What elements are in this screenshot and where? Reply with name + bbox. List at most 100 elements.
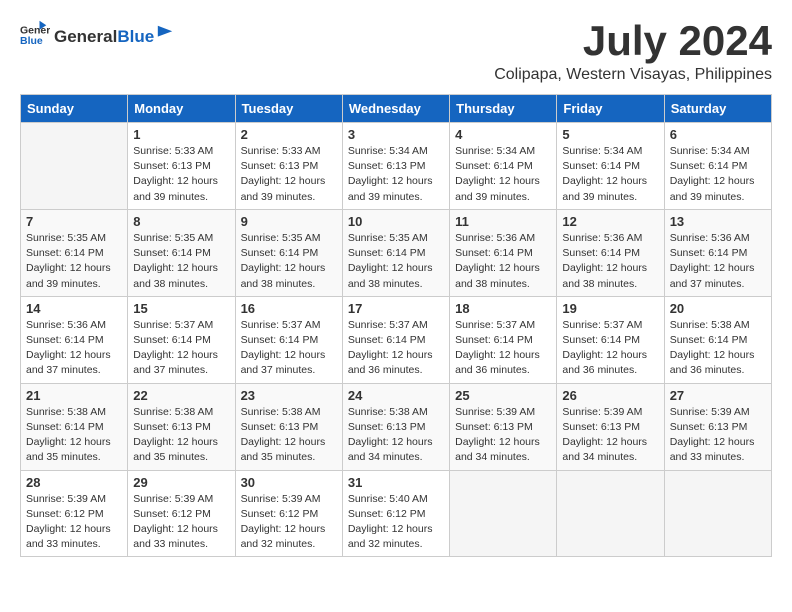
calendar-cell: 30 Sunrise: 5:39 AM Sunset: 6:12 PM Dayli… — [235, 470, 342, 557]
weekday-header-row: SundayMondayTuesdayWednesdayThursdayFrid… — [21, 95, 772, 123]
calendar-header: SundayMondayTuesdayWednesdayThursdayFrid… — [21, 95, 772, 123]
weekday-header-friday: Friday — [557, 95, 664, 123]
calendar-cell: 25Sunrise: 5:39 AM Sunset: 6:13 PM Dayli… — [450, 383, 557, 470]
calendar-cell: 11 Sunrise: 5:36 AM Sunset: 6:14 PM Dayli… — [450, 209, 557, 296]
logo-blue-text: Blue — [117, 27, 154, 47]
week-row-1: 1Sunrise: 5:33 AM Sunset: 6:13 PM Daylig… — [21, 123, 772, 210]
calendar-cell: 26 Sunrise: 5:39 AM Sunset: 6:13 PM Dayli… — [557, 383, 664, 470]
calendar-cell: 6Sunrise: 5:34 AM Sunset: 6:14 PM Daylig… — [664, 123, 771, 210]
calendar-cell: 29Sunrise: 5:39 AM Sunset: 6:12 PM Dayli… — [128, 470, 235, 557]
day-number: 21 — [26, 388, 122, 403]
logo-icon: General Blue — [20, 20, 50, 50]
day-info: Sunrise: 5:39 AM Sunset: 6:13 PM Dayligh… — [562, 405, 658, 466]
day-number: 2 — [241, 127, 337, 142]
day-info: Sunrise: 5:37 AM Sunset: 6:14 PM Dayligh… — [562, 318, 658, 379]
calendar-cell: 13Sunrise: 5:36 AM Sunset: 6:14 PM Dayli… — [664, 209, 771, 296]
day-number: 5 — [562, 127, 658, 142]
calendar-cell: 21Sunrise: 5:38 AM Sunset: 6:14 PM Dayli… — [21, 383, 128, 470]
day-number: 28 — [26, 475, 122, 490]
day-number: 22 — [133, 388, 229, 403]
calendar-cell: 12Sunrise: 5:36 AM Sunset: 6:14 PM Dayli… — [557, 209, 664, 296]
day-info: Sunrise: 5:35 AM Sunset: 6:14 PM Dayligh… — [26, 231, 122, 292]
calendar-cell: 27Sunrise: 5:39 AM Sunset: 6:13 PM Dayli… — [664, 383, 771, 470]
calendar-cell: 22 Sunrise: 5:38 AM Sunset: 6:13 PM Dayli… — [128, 383, 235, 470]
day-number: 18 — [455, 301, 551, 316]
calendar-cell — [557, 470, 664, 557]
calendar-cell: 4Sunrise: 5:34 AM Sunset: 6:14 PM Daylig… — [450, 123, 557, 210]
day-info: Sunrise: 5:38 AM Sunset: 6:13 PM Dayligh… — [241, 405, 337, 466]
weekday-header-saturday: Saturday — [664, 95, 771, 123]
day-info: Sunrise: 5:34 AM Sunset: 6:14 PM Dayligh… — [670, 144, 766, 205]
calendar-cell: 14 Sunrise: 5:36 AM Sunset: 6:14 PM Dayli… — [21, 296, 128, 383]
day-info: Sunrise: 5:39 AM Sunset: 6:12 PM Dayligh… — [26, 492, 122, 553]
day-number: 29 — [133, 475, 229, 490]
day-number: 9 — [241, 214, 337, 229]
weekday-header-wednesday: Wednesday — [342, 95, 449, 123]
calendar-cell: 23Sunrise: 5:38 AM Sunset: 6:13 PM Dayli… — [235, 383, 342, 470]
calendar-cell: 20 Sunrise: 5:38 AM Sunset: 6:14 PM Dayli… — [664, 296, 771, 383]
day-number: 12 — [562, 214, 658, 229]
week-row-4: 21Sunrise: 5:38 AM Sunset: 6:14 PM Dayli… — [21, 383, 772, 470]
day-info: Sunrise: 5:39 AM Sunset: 6:12 PM Dayligh… — [241, 492, 337, 553]
month-year-title: July 2024 — [494, 20, 772, 62]
day-number: 3 — [348, 127, 444, 142]
day-info: Sunrise: 5:39 AM Sunset: 6:13 PM Dayligh… — [670, 405, 766, 466]
day-number: 30 — [241, 475, 337, 490]
day-number: 11 — [455, 214, 551, 229]
day-number: 24 — [348, 388, 444, 403]
calendar-cell: 24 Sunrise: 5:38 AM Sunset: 6:13 PM Dayli… — [342, 383, 449, 470]
calendar-table: SundayMondayTuesdayWednesdayThursdayFrid… — [20, 94, 772, 557]
calendar-cell: 8Sunrise: 5:35 AM Sunset: 6:14 PM Daylig… — [128, 209, 235, 296]
day-info: Sunrise: 5:35 AM Sunset: 6:14 PM Dayligh… — [133, 231, 229, 292]
calendar-cell — [450, 470, 557, 557]
day-number: 26 — [562, 388, 658, 403]
week-row-3: 14 Sunrise: 5:36 AM Sunset: 6:14 PM Dayli… — [21, 296, 772, 383]
calendar-cell: 7 Sunrise: 5:35 AM Sunset: 6:14 PM Daylig… — [21, 209, 128, 296]
day-info: Sunrise: 5:36 AM Sunset: 6:14 PM Dayligh… — [670, 231, 766, 292]
weekday-header-sunday: Sunday — [21, 95, 128, 123]
day-info: Sunrise: 5:37 AM Sunset: 6:14 PM Dayligh… — [241, 318, 337, 379]
day-number: 14 — [26, 301, 122, 316]
day-info: Sunrise: 5:39 AM Sunset: 6:13 PM Dayligh… — [455, 405, 551, 466]
location-subtitle: Colipapa, Western Visayas, Philippines — [494, 66, 772, 84]
weekday-header-tuesday: Tuesday — [235, 95, 342, 123]
calendar-body: 1Sunrise: 5:33 AM Sunset: 6:13 PM Daylig… — [21, 123, 772, 557]
week-row-5: 28 Sunrise: 5:39 AM Sunset: 6:12 PM Dayli… — [21, 470, 772, 557]
flag-icon — [156, 24, 174, 42]
calendar-cell: 10 Sunrise: 5:35 AM Sunset: 6:14 PM Dayli… — [342, 209, 449, 296]
calendar-cell: 9 Sunrise: 5:35 AM Sunset: 6:14 PM Daylig… — [235, 209, 342, 296]
logo: General Blue General Blue — [20, 20, 174, 50]
calendar-cell: 5 Sunrise: 5:34 AM Sunset: 6:14 PM Daylig… — [557, 123, 664, 210]
calendar-cell: 3 Sunrise: 5:34 AM Sunset: 6:13 PM Daylig… — [342, 123, 449, 210]
day-info: Sunrise: 5:35 AM Sunset: 6:14 PM Dayligh… — [348, 231, 444, 292]
day-info: Sunrise: 5:38 AM Sunset: 6:14 PM Dayligh… — [670, 318, 766, 379]
calendar-cell — [21, 123, 128, 210]
day-number: 1 — [133, 127, 229, 142]
weekday-header-monday: Monday — [128, 95, 235, 123]
day-info: Sunrise: 5:36 AM Sunset: 6:14 PM Dayligh… — [455, 231, 551, 292]
weekday-header-thursday: Thursday — [450, 95, 557, 123]
day-number: 31 — [348, 475, 444, 490]
day-number: 20 — [670, 301, 766, 316]
header: General Blue General Blue July 2024 Coli… — [20, 20, 772, 84]
day-number: 15 — [133, 301, 229, 316]
logo-general-text: General — [54, 27, 117, 47]
calendar-cell: 31 Sunrise: 5:40 AM Sunset: 6:12 PM Dayli… — [342, 470, 449, 557]
day-number: 7 — [26, 214, 122, 229]
calendar-cell: 15Sunrise: 5:37 AM Sunset: 6:14 PM Dayli… — [128, 296, 235, 383]
day-info: Sunrise: 5:34 AM Sunset: 6:14 PM Dayligh… — [562, 144, 658, 205]
calendar-cell: 17Sunrise: 5:37 AM Sunset: 6:14 PM Dayli… — [342, 296, 449, 383]
day-info: Sunrise: 5:40 AM Sunset: 6:12 PM Dayligh… — [348, 492, 444, 553]
day-number: 10 — [348, 214, 444, 229]
day-number: 16 — [241, 301, 337, 316]
calendar-cell: 2Sunrise: 5:33 AM Sunset: 6:13 PM Daylig… — [235, 123, 342, 210]
day-info: Sunrise: 5:37 AM Sunset: 6:14 PM Dayligh… — [348, 318, 444, 379]
day-info: Sunrise: 5:36 AM Sunset: 6:14 PM Dayligh… — [26, 318, 122, 379]
calendar-cell: 19Sunrise: 5:37 AM Sunset: 6:14 PM Dayli… — [557, 296, 664, 383]
day-info: Sunrise: 5:35 AM Sunset: 6:14 PM Dayligh… — [241, 231, 337, 292]
calendar-cell — [664, 470, 771, 557]
title-area: July 2024 Colipapa, Western Visayas, Phi… — [494, 20, 772, 84]
day-info: Sunrise: 5:38 AM Sunset: 6:13 PM Dayligh… — [348, 405, 444, 466]
day-info: Sunrise: 5:34 AM Sunset: 6:13 PM Dayligh… — [348, 144, 444, 205]
day-info: Sunrise: 5:38 AM Sunset: 6:13 PM Dayligh… — [133, 405, 229, 466]
